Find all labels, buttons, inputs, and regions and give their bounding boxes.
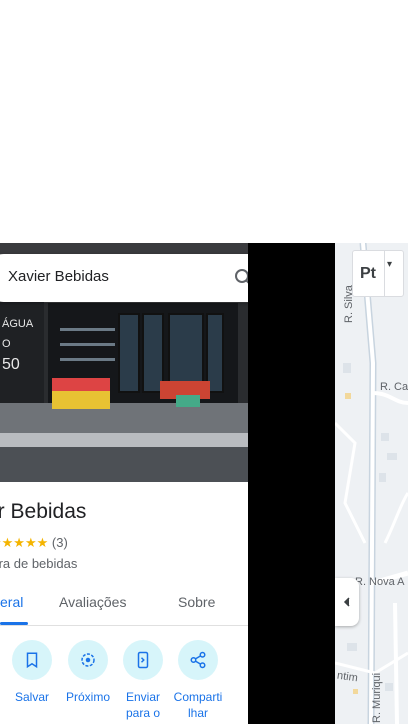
nearby-button-circle [68, 640, 108, 680]
street-label: R. Ca [380, 381, 408, 393]
product-display [176, 395, 200, 407]
layers-divider [384, 251, 385, 296]
send-to-phone-button-circle [123, 640, 163, 680]
tab-about[interactable]: Sobre [178, 594, 215, 610]
active-tab-indicator [0, 622, 28, 625]
product-display [52, 391, 110, 409]
map-view[interactable]: R. Silva R. Ca R. Nova A ntim R. Muriqui [335, 243, 408, 724]
tab-bar: eral Avaliações Sobre [0, 588, 248, 626]
send-to-phone-button[interactable]: Enviar para o [115, 640, 171, 721]
share-button[interactable]: Comparti lhar [170, 640, 226, 721]
street-label: R. Muriqui [371, 672, 383, 723]
save-button-circle [12, 640, 52, 680]
search-icon[interactable] [232, 266, 248, 290]
bookmark-icon [26, 652, 38, 669]
send-to-phone-icon [137, 651, 149, 669]
review-count: (3) [51, 535, 68, 550]
map-layers-button[interactable]: Pt ▾ [352, 250, 404, 297]
search-box[interactable]: Xavier Bebidas [0, 254, 248, 302]
shelf [60, 328, 115, 331]
street-label: R. Nova A [355, 576, 405, 588]
share-label-line-1: Comparti [173, 690, 223, 704]
rating-row[interactable]: ★★★★★ (3) [0, 535, 68, 551]
send-to-phone-button-label: Enviar para o [125, 690, 161, 720]
curb [0, 433, 248, 447]
collapse-panel-button[interactable] [335, 578, 359, 626]
tab-overview[interactable]: eral [0, 594, 23, 610]
place-title: er Bebidas [0, 500, 87, 523]
sign-text-line-2: O [2, 338, 11, 350]
street [0, 447, 248, 482]
place-category[interactable]: uidora de bebidas [0, 556, 77, 571]
shelf [60, 343, 115, 346]
sign-text-line-3: 50 [2, 356, 20, 373]
layers-label: Pt [360, 265, 376, 282]
share-icon [190, 651, 206, 669]
panel-gap [248, 243, 335, 724]
page: ÁGUA O 50 er Bebidas ★★★★★ (3) uidor [0, 0, 408, 724]
sign-text-line-1: ÁGUA [2, 318, 34, 330]
save-button[interactable]: Salvar [4, 640, 60, 705]
shelf [60, 358, 115, 361]
share-button-circle [178, 640, 218, 680]
chevron-down-icon[interactable]: ▾ [387, 259, 392, 270]
fridge [118, 313, 140, 393]
action-buttons: Salvar Próximo Enviar para o Comparti lh… [0, 640, 248, 724]
save-button-label: Salvar [14, 690, 49, 704]
star-rating-icon: ★★★★★ [0, 535, 49, 550]
tab-reviews[interactable]: Avaliações [59, 594, 126, 610]
nearby-button-label: Próximo [65, 690, 110, 704]
share-label-line-2: lhar [187, 706, 208, 720]
place-details-panel: ÁGUA O 50 er Bebidas ★★★★★ (3) uidor [0, 243, 248, 724]
nearby-icon [81, 653, 95, 667]
chevron-left-icon [343, 597, 350, 607]
search-input[interactable]: Xavier Bebidas [8, 268, 109, 285]
nearby-button[interactable]: Próximo [60, 640, 116, 705]
share-button-label: Comparti lhar [170, 689, 226, 721]
